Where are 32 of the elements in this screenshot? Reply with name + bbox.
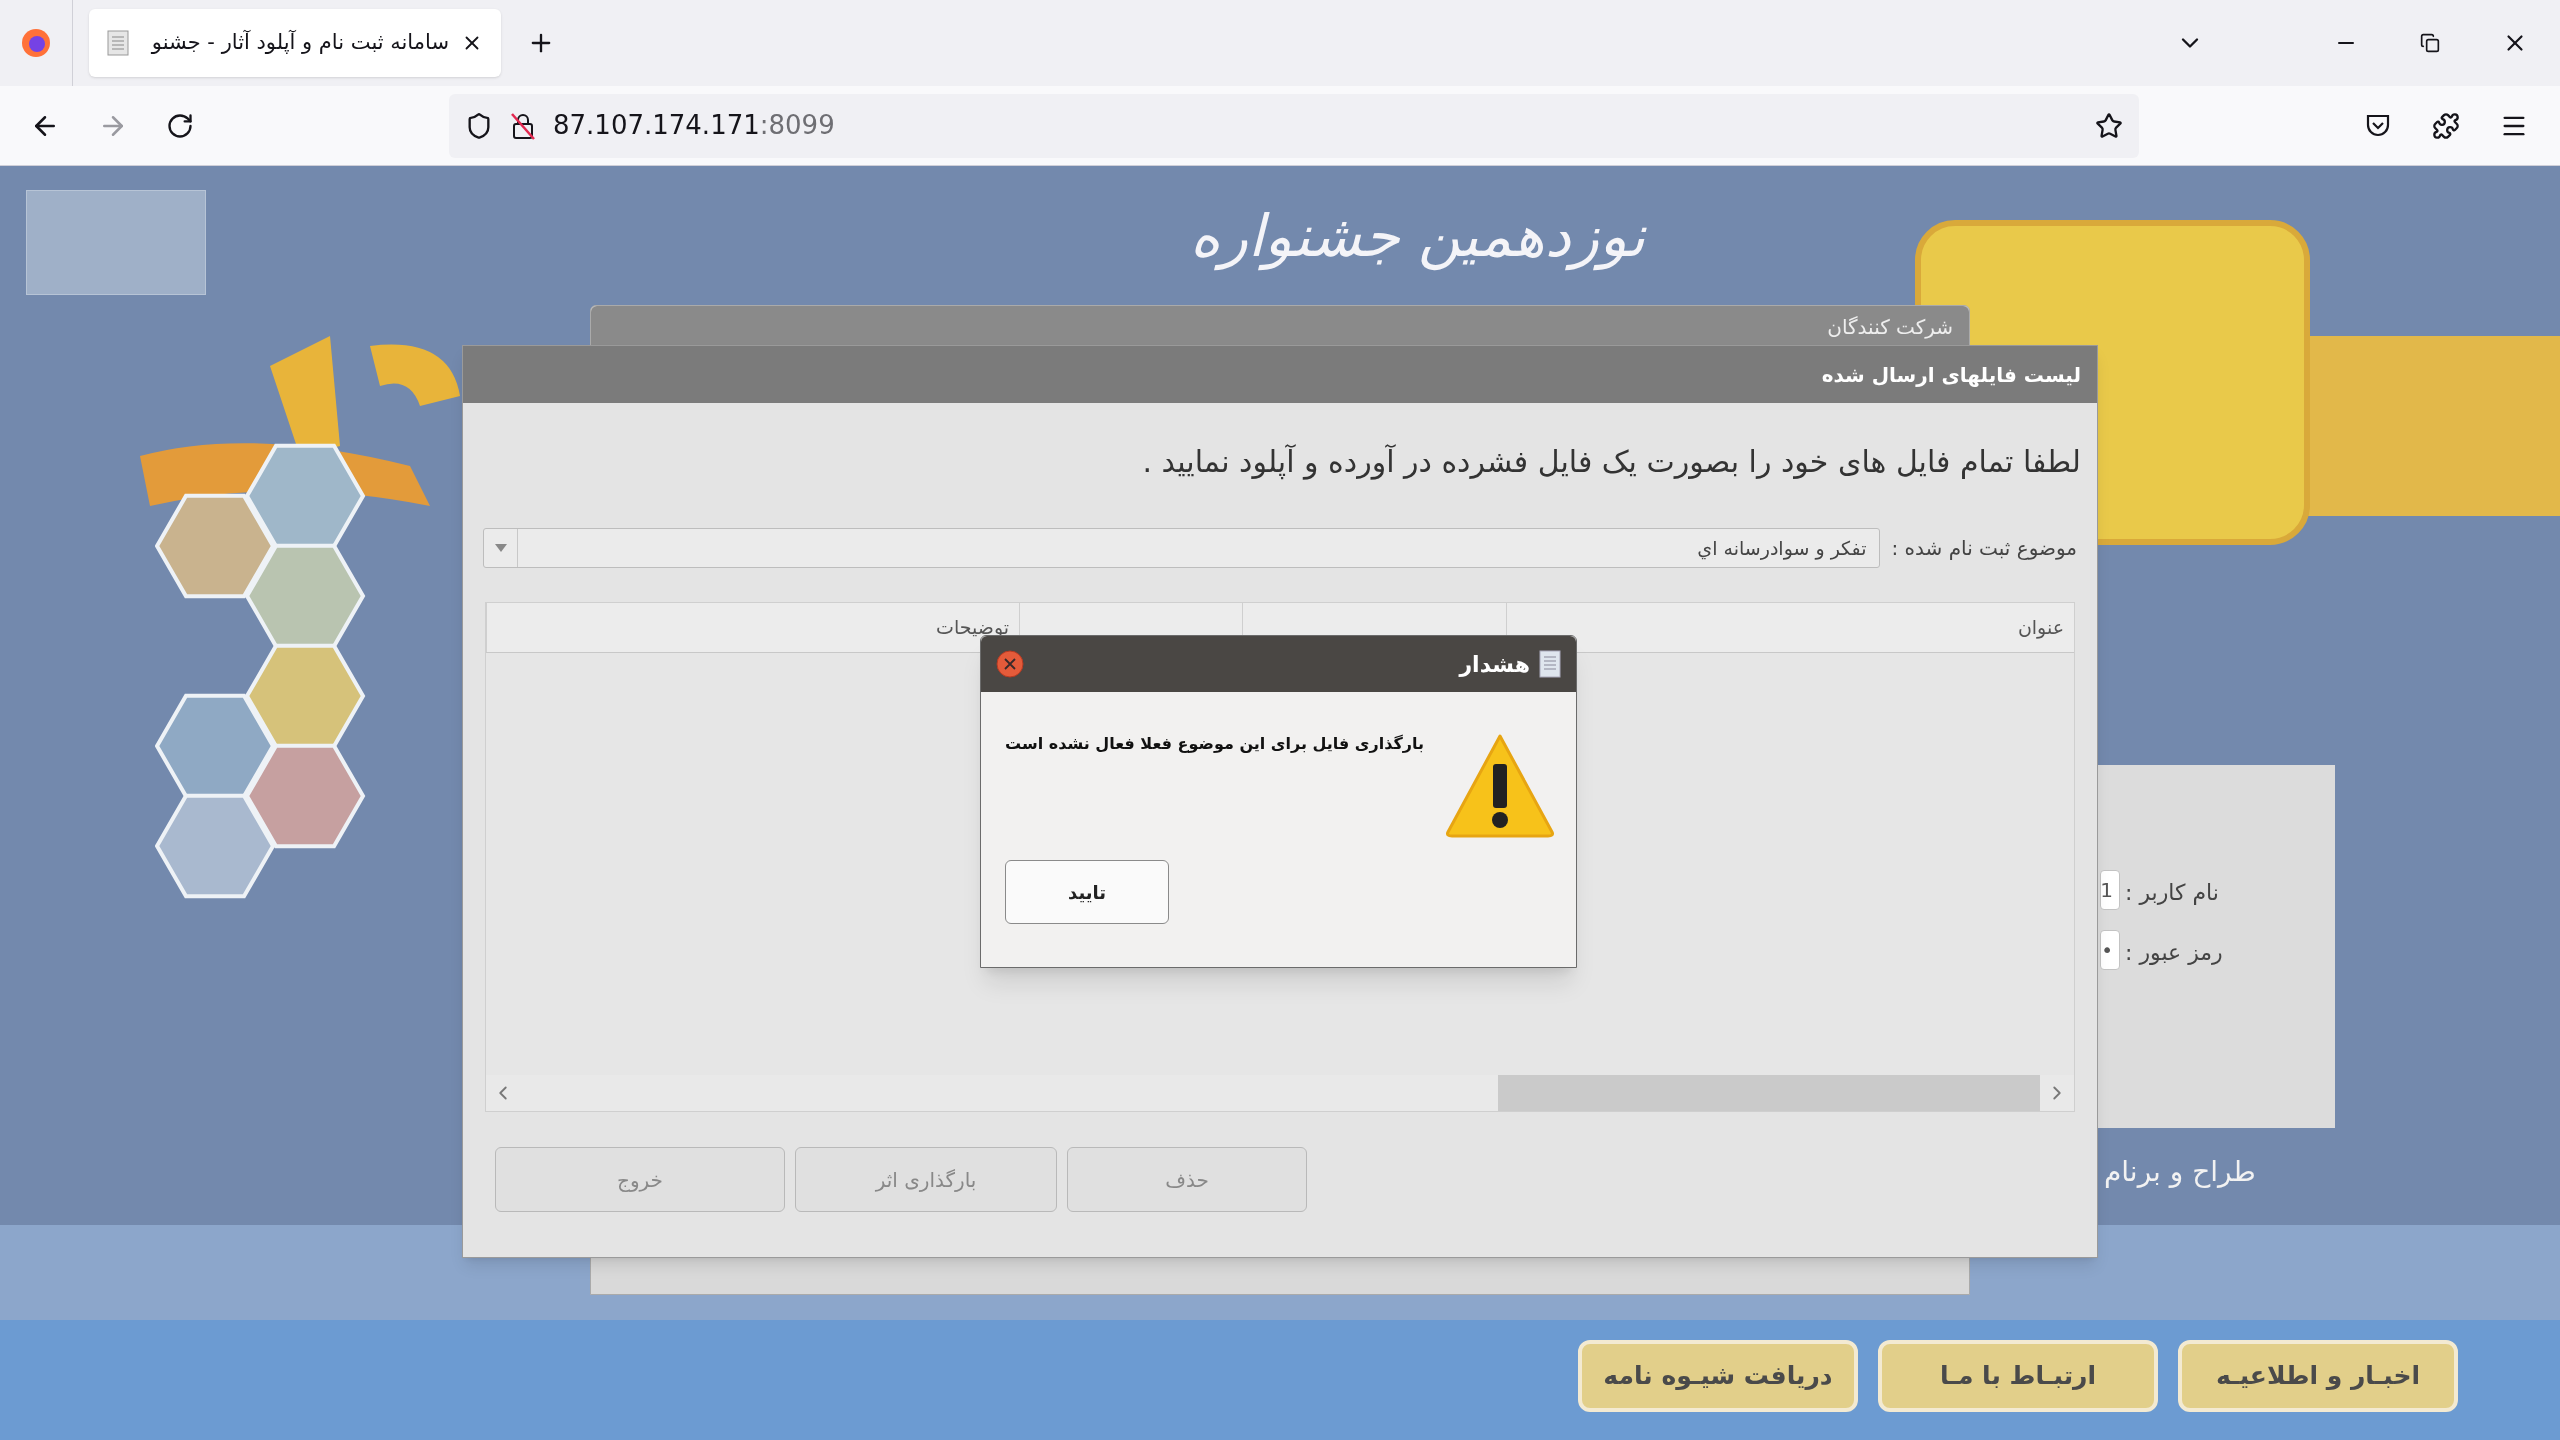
url-text: 87.107.174.171:8099	[553, 109, 835, 142]
tab-title: سامانه ثبت نام و آپلود آثار - جشنو	[150, 29, 449, 57]
extensions-icon[interactable]	[2432, 111, 2460, 140]
nav-button[interactable]: اخبـار و اطلاعیـه	[2178, 1340, 2458, 1412]
document-icon	[1538, 650, 1562, 678]
warning-icon	[1444, 732, 1556, 840]
confirm-button[interactable]: تایید	[1005, 860, 1169, 924]
password-label: رمز عبور :	[2125, 939, 2223, 967]
address-bar[interactable]: 87.107.174.171:8099	[449, 93, 2139, 158]
topic-label: موضوع ثبت نام شده :	[1891, 535, 2077, 562]
restore-icon[interactable]	[2420, 33, 2440, 53]
dialog-title: لیست فایلهای ارسال شده	[1821, 361, 2081, 389]
dropdown-arrow-icon	[493, 543, 508, 553]
username-field[interactable]: 1	[2100, 870, 2120, 910]
browser-logo-icon[interactable]	[21, 28, 51, 58]
topic-dropdown[interactable]: تفکر و سوادرسانه اي	[483, 528, 1880, 568]
document-icon	[107, 30, 129, 56]
column-header[interactable]: عنوان	[2017, 613, 2064, 642]
nav-button[interactable]: دریافت شیـوه نامه	[1578, 1340, 1858, 1412]
alert-message: بارگذاری فایل برای این موضوع فعلا فعال نشده است	[1004, 733, 1424, 755]
credit-text: طراح و برنام	[2104, 1154, 2256, 1190]
nav-button[interactable]: ارتبـاط با مـا	[1878, 1340, 2158, 1412]
username-label: نام کاربر :	[2125, 879, 2219, 907]
scrollbar-thumb[interactable]	[1498, 1075, 2040, 1111]
festival-title: نوزدهمین جشنواره	[1190, 201, 1646, 273]
reload-icon[interactable]	[166, 111, 194, 140]
bookmark-star-icon[interactable]	[2095, 111, 2123, 140]
dialog-title: شرکت کنندگان	[1827, 314, 1953, 341]
password-field[interactable]: •	[2100, 930, 2120, 970]
alert-title: هشدار	[1459, 650, 1530, 679]
browser-tab[interactable]: سامانه ثبت نام و آپلود آثار - جشنو	[89, 9, 501, 77]
instruction-text: لطفا تمام فایل های خود را بصورت یک فایل فشرده در آورده و آپلود نمایید .	[1141, 443, 2082, 482]
